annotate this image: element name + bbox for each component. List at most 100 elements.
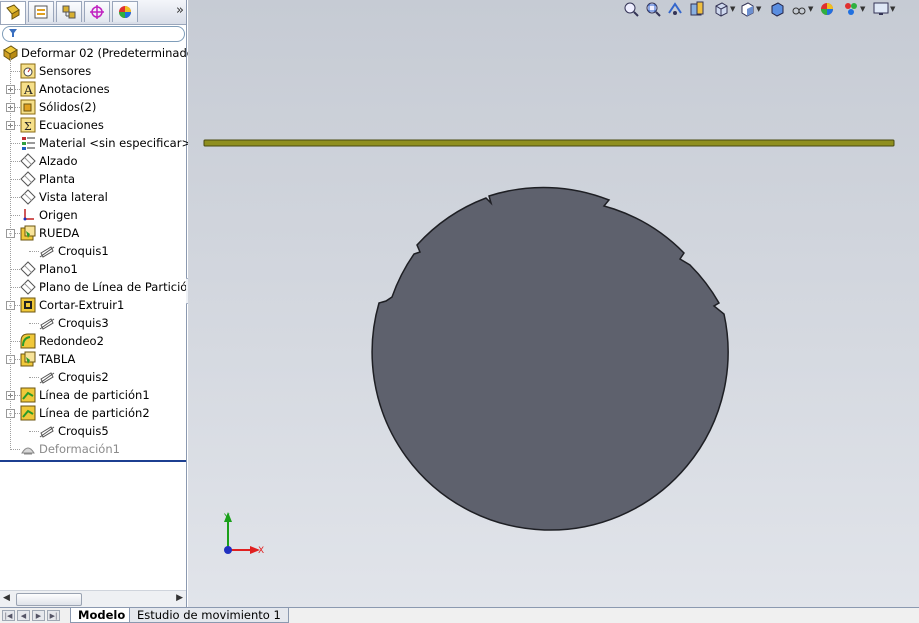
panel-tabs-more-button[interactable]: » — [176, 3, 184, 18]
scrollbar-thumb[interactable] — [16, 593, 82, 606]
tree-item[interactable]: Deformar 02 (Predeterminado< — [0, 44, 203, 62]
tree-item[interactable]: - TABLA — [0, 350, 186, 368]
solid-bodies-icon — [20, 99, 36, 115]
triad-x-label: X — [258, 546, 264, 556]
tree-item[interactable]: Croquis3 — [0, 314, 186, 332]
tree-item[interactable]: + Σ Ecuaciones — [0, 116, 186, 134]
sketch-icon — [39, 426, 55, 438]
tree-connector — [29, 323, 39, 324]
feature-manager-panel: » Deformar 02 (Predeterminado< Sensores + A… — [0, 0, 203, 607]
scene-icon — [845, 3, 857, 15]
tab-model[interactable]: Modelo — [70, 608, 134, 623]
tree-item[interactable]: Plano1 — [0, 260, 186, 278]
tree-item[interactable]: - Línea de partición2 — [0, 404, 186, 422]
hide-show-items-button[interactable] — [769, 1, 785, 17]
edit-appearance-button[interactable] — [791, 1, 807, 17]
tree-connector — [29, 431, 39, 432]
tree-item[interactable]: - RUEDA — [0, 224, 186, 242]
heads-up-view-toolbar: ▼ ▼ ▼ ▼ ▼ — [617, 0, 917, 20]
tree-item[interactable]: Sensores — [0, 62, 186, 80]
tree-item[interactable]: Redondeo2 — [0, 332, 186, 350]
configuration-icon — [62, 5, 76, 19]
deform-icon — [21, 447, 35, 455]
tree-connector — [10, 71, 20, 72]
filter-icon — [9, 29, 17, 37]
plane-icon — [20, 189, 36, 205]
zoom-to-area-button[interactable] — [645, 1, 661, 17]
tree-item[interactable]: + Línea de partición1 — [0, 386, 186, 404]
tree-item[interactable]: Croquis5 — [0, 422, 186, 440]
scroll-left-icon[interactable]: ◀ — [3, 593, 10, 603]
propertymanager-tab[interactable] — [28, 1, 54, 22]
apply-scene-button[interactable] — [819, 1, 835, 17]
tree-item-label: Croquis3 — [58, 316, 109, 330]
sketch-icon — [39, 246, 55, 258]
appearance-icon — [119, 6, 131, 18]
tree-item[interactable]: Vista lateral — [0, 188, 186, 206]
tree-connector — [10, 161, 20, 162]
view-settings-dropdown-icon[interactable]: ▼ — [890, 5, 895, 13]
tree-item[interactable]: + Sólidos(2) — [0, 98, 186, 116]
display-manager-tab[interactable] — [112, 1, 138, 22]
edit-appearance-dropdown-icon[interactable]: ▼ — [808, 5, 813, 13]
display-style-button[interactable] — [739, 1, 755, 17]
split-line-icon — [20, 387, 36, 403]
plate-body[interactable] — [203, 139, 895, 147]
material-icon — [22, 137, 35, 150]
next-tab-button[interactable]: ▶ — [32, 610, 45, 621]
sensor-icon — [20, 63, 36, 79]
scroll-right-icon[interactable]: ▶ — [176, 593, 183, 603]
previous-view-button[interactable] — [667, 1, 683, 17]
tree-trunk-line — [10, 58, 11, 450]
display-style-dropdown-icon[interactable]: ▼ — [756, 5, 761, 13]
extrude-icon — [20, 225, 36, 241]
cut-extrude-icon — [20, 297, 36, 313]
tree-item-label: Deformación1 — [39, 442, 120, 456]
solidworks-window: » Deformar 02 (Predeterminado< Sensores + A… — [0, 0, 919, 623]
prev-tab-button[interactable]: ◀ — [17, 610, 30, 621]
tree-item-label: Redondeo2 — [39, 334, 104, 348]
view-orientation-icon — [715, 2, 728, 17]
scene-button[interactable] — [843, 1, 859, 17]
monitor-icon — [873, 2, 889, 15]
section-view-button[interactable] — [689, 1, 705, 17]
tree-connector — [10, 341, 20, 342]
tree-filter-input[interactable] — [2, 26, 185, 42]
tree-item-label: Anotaciones — [39, 82, 110, 96]
svg-text:A: A — [23, 83, 33, 97]
dimxpert-tab[interactable] — [84, 1, 110, 22]
view-orientation-dropdown-icon[interactable]: ▼ — [730, 5, 735, 13]
view-settings-button[interactable] — [873, 1, 889, 17]
tree-connector — [10, 143, 20, 144]
graphics-area[interactable]: Y X ▼ ▼ ▼ ▼ ▼ — [188, 0, 919, 607]
tab-motion-study[interactable]: Estudio de movimiento 1 — [129, 608, 289, 623]
tree-item-label: Vista lateral — [39, 190, 108, 204]
tree-item[interactable]: Deformación1 — [0, 440, 186, 458]
tree-item-label: Cortar-Extruir1 — [39, 298, 125, 312]
last-tab-button[interactable]: ▶| — [47, 610, 60, 621]
configurationmanager-tab[interactable] — [56, 1, 82, 22]
split-line-icon — [20, 405, 36, 421]
tree-connector — [10, 287, 20, 288]
tree-horizontal-scrollbar[interactable]: ◀ ▶ — [0, 590, 186, 607]
tree-item[interactable]: + A Anotaciones — [0, 80, 186, 98]
tree-item[interactable]: Material <sin especificar> — [0, 134, 191, 152]
featuremanager-tab[interactable] — [0, 1, 26, 24]
tree-item[interactable]: Origen — [0, 206, 186, 224]
tree-item[interactable]: Plano de Línea de Partición — [0, 278, 195, 296]
tree-connector — [29, 251, 39, 252]
wheel-body[interactable] — [371, 186, 729, 531]
tree-item[interactable]: Alzado — [0, 152, 186, 170]
rollback-bar[interactable] — [0, 460, 186, 462]
property-icon — [34, 5, 48, 19]
tree-item[interactable]: Planta — [0, 170, 186, 188]
tree-item[interactable]: Croquis1 — [0, 242, 186, 260]
tree-item[interactable]: - Cortar-Extruir1 — [0, 296, 186, 314]
tree-item[interactable]: Croquis2 — [0, 368, 186, 386]
scene-dropdown-icon[interactable]: ▼ — [860, 5, 865, 13]
first-tab-button[interactable]: |◀ — [2, 610, 15, 621]
eye-glasses-icon — [792, 7, 806, 15]
zoom-area-icon — [646, 2, 661, 17]
view-orientation-button[interactable] — [713, 1, 729, 17]
zoom-to-fit-button[interactable] — [623, 1, 639, 17]
